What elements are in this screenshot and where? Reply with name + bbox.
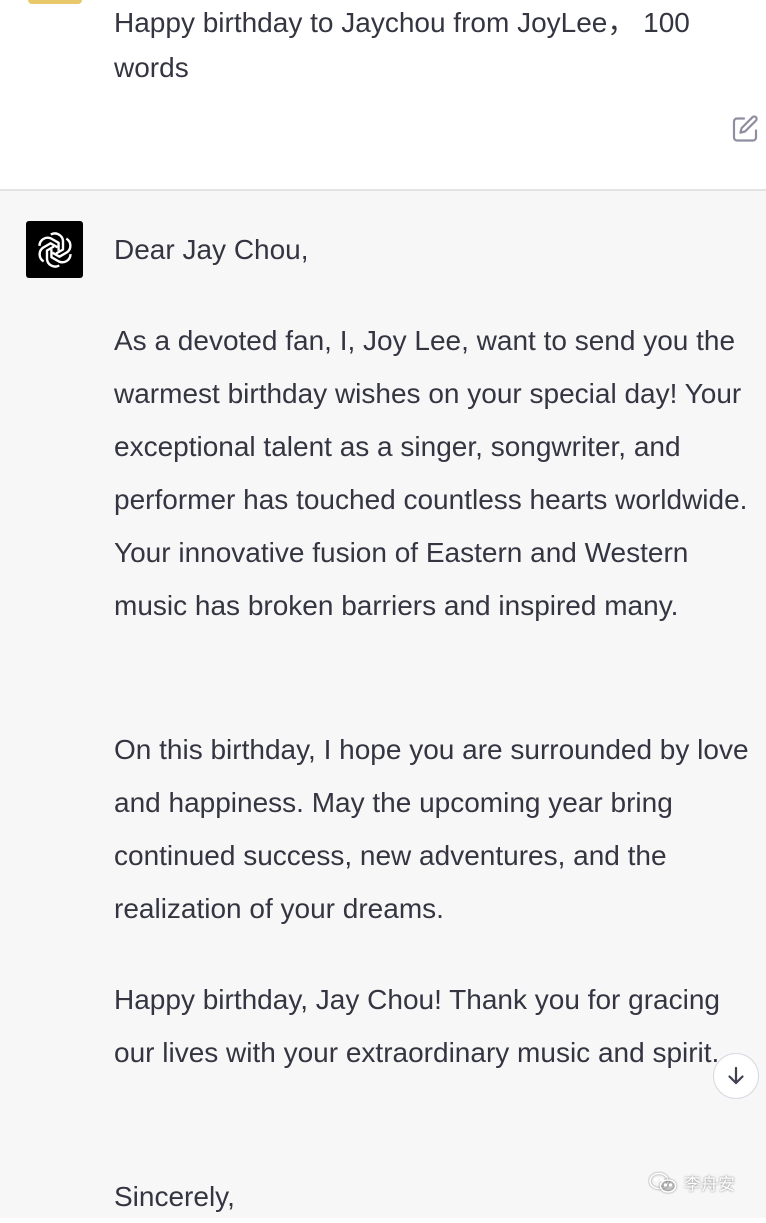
message-paragraph: On this birthday, I hope you are surroun… [114,734,749,924]
message-paragraph: As a devoted fan, I, Joy Lee, want to se… [114,325,748,621]
greeting-line: Dear Jay Chou, [114,234,309,265]
user-message-text: Happy birthday to Jaychou from JoyLee， 1… [114,7,698,83]
edit-icon[interactable] [730,114,760,144]
message-paragraph: Happy birthday, Jay Chou! Thank you for … [114,984,720,1068]
arrow-down-icon [728,1066,744,1085]
openai-logo-icon [26,221,83,278]
wechat-icon [649,1172,677,1193]
user-avatar [28,0,82,4]
watermark-text: 李舟安 [684,1175,735,1195]
scroll-to-bottom-button[interactable] [713,1053,759,1099]
assistant-message: Dear Jay Chou, As a devoted fan, I, Joy … [0,191,766,1218]
user-message: Happy birthday to Jaychou from JoyLee， 1… [0,0,766,189]
watermark: 李舟安 [648,1170,735,1195]
